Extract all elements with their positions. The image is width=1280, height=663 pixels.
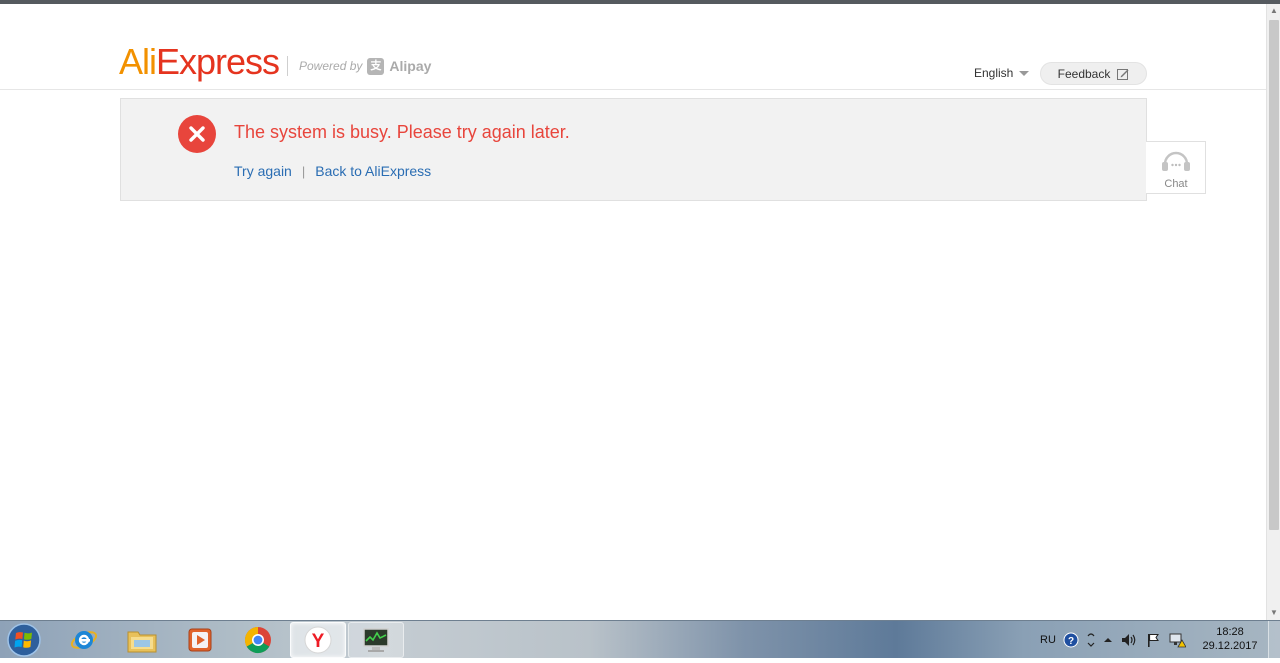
svg-text:Y: Y bbox=[312, 631, 325, 652]
feedback-label: Feedback bbox=[1057, 66, 1111, 81]
scroll-down-icon[interactable]: ▼ bbox=[1267, 606, 1280, 620]
headset-icon bbox=[1162, 151, 1190, 171]
language-bar-options-icon[interactable] bbox=[1086, 631, 1096, 649]
logo-express-text: Express bbox=[156, 41, 280, 82]
aliexpress-logo[interactable]: AliExpress bbox=[119, 41, 280, 82]
media-player-icon bbox=[188, 628, 212, 652]
vertical-scrollbar[interactable]: ▲ ▼ bbox=[1266, 4, 1280, 620]
chat-label: Chat bbox=[1164, 178, 1188, 190]
start-button[interactable] bbox=[4, 622, 44, 658]
taskbar-media-player[interactable] bbox=[172, 622, 228, 658]
taskbar-chrome[interactable] bbox=[230, 622, 286, 658]
taskbar-clock[interactable]: 18:28 29.12.2017 bbox=[1198, 626, 1262, 654]
show-hidden-icons-icon[interactable] bbox=[1103, 635, 1113, 645]
clock-date: 29.12.2017 bbox=[1202, 640, 1258, 652]
error-message-box: The system is busy. Please try again lat… bbox=[120, 98, 1147, 201]
chrome-icon bbox=[244, 626, 271, 654]
alipay-icon: 支 bbox=[367, 57, 385, 75]
error-title: The system is busy. Please try again lat… bbox=[234, 122, 570, 142]
show-desktop-button[interactable] bbox=[1268, 621, 1280, 659]
alipay-text: Alipay bbox=[389, 58, 432, 74]
powered-by-alipay: Powered by 支 Alipay bbox=[287, 56, 431, 76]
taskbar-yandex-browser[interactable]: Y bbox=[290, 622, 346, 658]
chevron-down-icon bbox=[1019, 70, 1030, 76]
link-separator: | bbox=[301, 163, 306, 179]
taskbar-system-monitor[interactable] bbox=[348, 622, 404, 658]
back-to-aliexpress-link[interactable]: Back to AliExpress bbox=[315, 163, 431, 179]
page-header: AliExpress Powered by 支 Alipay English F… bbox=[0, 4, 1266, 90]
powered-by-text: Powered by bbox=[299, 59, 363, 73]
clock-time: 18:28 bbox=[1216, 626, 1244, 638]
input-language-indicator[interactable]: RU bbox=[1040, 634, 1056, 646]
page-viewport: AliExpress Powered by 支 Alipay English F… bbox=[0, 4, 1266, 620]
error-actions: Try again | Back to AliExpress bbox=[234, 163, 431, 179]
feedback-button[interactable]: Feedback bbox=[1040, 62, 1147, 85]
edit-icon bbox=[1117, 68, 1129, 80]
yandex-browser-icon: Y bbox=[304, 626, 332, 654]
language-label: English bbox=[974, 66, 1014, 80]
help-icon[interactable]: ? bbox=[1063, 632, 1079, 648]
windows-logo-icon bbox=[7, 623, 41, 657]
svg-text:?: ? bbox=[1068, 636, 1074, 647]
try-again-link[interactable]: Try again bbox=[234, 163, 292, 179]
taskbar-file-explorer[interactable] bbox=[114, 622, 170, 658]
volume-icon[interactable] bbox=[1120, 632, 1138, 648]
scrollbar-thumb[interactable] bbox=[1269, 20, 1279, 530]
system-tray: RU ? bbox=[1040, 621, 1186, 659]
folder-icon bbox=[127, 631, 157, 653]
logo-ali-text: Ali bbox=[119, 41, 157, 82]
language-selector[interactable]: English bbox=[974, 66, 1030, 80]
taskbar-internet-explorer[interactable] bbox=[56, 622, 112, 658]
internet-explorer-icon bbox=[70, 631, 98, 649]
chat-widget[interactable]: Chat bbox=[1146, 141, 1206, 194]
action-center-flag-icon[interactable] bbox=[1145, 632, 1161, 648]
error-icon bbox=[178, 115, 216, 153]
scroll-up-icon[interactable]: ▲ bbox=[1267, 4, 1280, 18]
monitor-icon bbox=[363, 628, 389, 652]
network-warning-icon[interactable] bbox=[1168, 632, 1186, 648]
windows-taskbar: Y RU ? 18:28 29.12.2017 bbox=[0, 620, 1280, 659]
